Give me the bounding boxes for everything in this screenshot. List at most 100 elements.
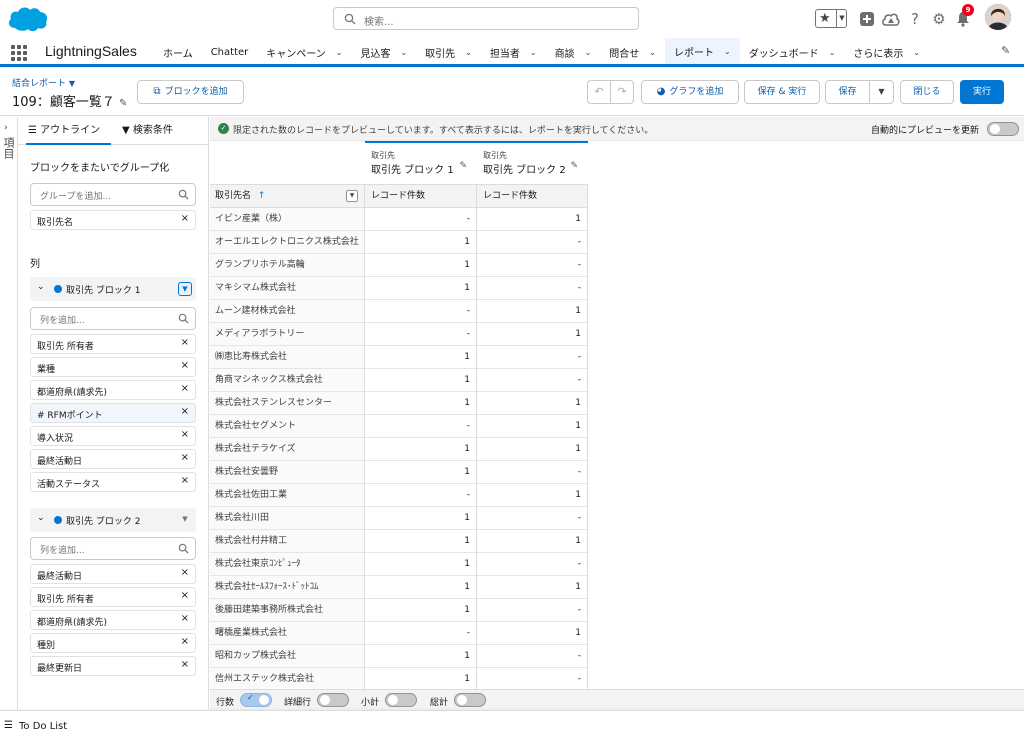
- nav-tab[interactable]: レポート ⌄: [664, 38, 740, 67]
- close-button[interactable]: 閉じる: [900, 80, 954, 104]
- chevron-down-icon[interactable]: ⌄: [37, 513, 45, 523]
- nav-tab[interactable]: 商談 ⌄: [546, 38, 601, 67]
- remove-close-icon[interactable]: ×: [181, 337, 189, 348]
- block-2-column-header[interactable]: 取引先 取引先 ブロック 2 ✎: [477, 141, 588, 183]
- group-pill[interactable]: 取引先名 ×: [30, 210, 196, 230]
- block-1-record-count-header[interactable]: レコード件数: [365, 184, 477, 208]
- block-1-add-column-input[interactable]: 列を追加...: [30, 307, 196, 330]
- nav-tab[interactable]: キャンペーン ⌄: [257, 38, 351, 67]
- chevron-down-icon[interactable]: ⌄: [530, 48, 537, 57]
- chevron-down-icon[interactable]: ⌄: [649, 48, 656, 57]
- help-icon[interactable]: ?: [905, 9, 925, 29]
- block-2-record-count-header[interactable]: レコード件数: [477, 184, 588, 208]
- subtotals-toggle[interactable]: [385, 693, 417, 707]
- fields-side-tab[interactable]: › 項目: [0, 117, 18, 709]
- add-group-input[interactable]: グループを追加...: [30, 183, 196, 206]
- column-pill[interactable]: 活動ステータス ×: [30, 472, 196, 492]
- chevron-down-icon[interactable]: ⌄: [585, 48, 592, 57]
- pencil-icon[interactable]: ✎: [570, 161, 578, 171]
- remove-close-icon[interactable]: ×: [181, 567, 189, 578]
- trailhead-icon[interactable]: [881, 9, 901, 29]
- column-pill[interactable]: 取引先 所有者 ×: [30, 587, 196, 607]
- nav-tab[interactable]: さらに表示 ⌄: [844, 38, 929, 67]
- tab-outline[interactable]: ☰ アウトライン: [26, 117, 111, 145]
- chevron-down-icon[interactable]: ▼: [836, 10, 847, 27]
- remove-close-icon[interactable]: ×: [181, 406, 189, 417]
- block-1-menu-chevron-icon[interactable]: ▼: [178, 282, 192, 296]
- grand-total-toggle[interactable]: [454, 693, 486, 707]
- redo-icon[interactable]: ↷: [610, 81, 633, 103]
- nav-tab[interactable]: 問合せ ⌄: [600, 38, 665, 67]
- table-row: 株式会社ｾｰﾙｽﾌｫｰｽ･ﾄﾞｯﾄｺﾑ 1 1: [210, 576, 588, 599]
- row-counts-toggle[interactable]: ✓: [240, 693, 272, 707]
- remove-close-icon[interactable]: ×: [181, 213, 189, 224]
- gear-icon[interactable]: ⚙: [929, 9, 949, 29]
- report-type-menu[interactable]: 結合レポート ▼: [12, 76, 75, 89]
- account-name-cell: 株式会社安曇野: [210, 461, 365, 484]
- block-2-menu-chevron-icon[interactable]: ▼: [178, 513, 192, 527]
- remove-close-icon[interactable]: ×: [181, 590, 189, 601]
- account-name-column-header[interactable]: 取引先名 ↑ ▼: [210, 184, 365, 208]
- undo-icon[interactable]: ↶: [588, 81, 610, 103]
- sort-ascending-icon[interactable]: ↑: [258, 191, 266, 201]
- nav-tab[interactable]: 見込客 ⌄: [351, 38, 416, 67]
- run-button[interactable]: 実行: [960, 80, 1004, 104]
- salesforce-cloud-logo[interactable]: [6, 4, 50, 34]
- global-search-input[interactable]: 検索...: [333, 7, 639, 30]
- nav-tab[interactable]: ホーム: [154, 38, 202, 67]
- save-button[interactable]: 保存: [825, 80, 870, 104]
- edit-nav-pencil-icon[interactable]: ✎: [1001, 44, 1010, 57]
- block-2-header[interactable]: ⌄ 取引先 ブロック 2 ▼: [30, 508, 196, 532]
- column-pill[interactable]: 取引先 所有者 ×: [30, 334, 196, 354]
- nav-tab[interactable]: Chatter: [202, 38, 258, 67]
- app-launcher-icon[interactable]: [11, 45, 27, 61]
- column-pill[interactable]: 種別 ×: [30, 633, 196, 653]
- detail-rows-toggle[interactable]: [317, 693, 349, 707]
- report-title[interactable]: 109：顧客一覧７ ✎: [12, 91, 127, 110]
- remove-close-icon[interactable]: ×: [181, 475, 189, 486]
- chevron-down-icon[interactable]: ⌄: [400, 48, 407, 57]
- remove-close-icon[interactable]: ×: [181, 659, 189, 670]
- nav-tab[interactable]: 取引先 ⌄: [416, 38, 481, 67]
- save-and-run-button[interactable]: 保存 & 実行: [744, 80, 820, 104]
- avatar[interactable]: [985, 4, 1011, 30]
- add-block-button[interactable]: ⧉ ブロックを追加: [137, 80, 244, 104]
- favorites-button[interactable]: ★ ▼: [815, 9, 847, 28]
- block-1-column-header[interactable]: 取引先 取引先 ブロック 1 ✎: [365, 141, 477, 183]
- column-pill[interactable]: 最終更新日 ×: [30, 656, 196, 676]
- column-pill[interactable]: # RFMポイント ×: [30, 403, 196, 423]
- column-pill[interactable]: 最終活動日 ×: [30, 564, 196, 584]
- tab-filters[interactable]: ▼ 検索条件: [122, 117, 202, 145]
- chevron-down-icon[interactable]: ⌄: [37, 282, 45, 292]
- remove-close-icon[interactable]: ×: [181, 383, 189, 394]
- column-pill[interactable]: 導入状況 ×: [30, 426, 196, 446]
- chevron-right-icon[interactable]: ›: [4, 123, 8, 133]
- todo-list-icon[interactable]: ☰: [4, 720, 13, 731]
- add-chart-button[interactable]: ◕ グラフを追加: [641, 80, 739, 104]
- column-pill[interactable]: 最終活動日 ×: [30, 449, 196, 469]
- column-pill[interactable]: 都道府県(請求先) ×: [30, 610, 196, 630]
- remove-close-icon[interactable]: ×: [181, 636, 189, 647]
- remove-close-icon[interactable]: ×: [181, 360, 189, 371]
- remove-close-icon[interactable]: ×: [181, 452, 189, 463]
- nav-tab[interactable]: 担当者 ⌄: [481, 38, 546, 67]
- pencil-icon[interactable]: ✎: [459, 161, 467, 171]
- column-pill[interactable]: 業種 ×: [30, 357, 196, 377]
- save-options-chevron-icon[interactable]: ▼: [869, 80, 894, 104]
- nav-tab[interactable]: ダッシュボード ⌄: [740, 38, 845, 67]
- auto-preview-toggle[interactable]: [987, 122, 1019, 136]
- remove-close-icon[interactable]: ×: [181, 613, 189, 624]
- chevron-down-icon[interactable]: ⌄: [829, 48, 836, 57]
- pencil-icon[interactable]: ✎: [119, 98, 127, 109]
- column-menu-chevron-icon[interactable]: ▼: [346, 190, 358, 202]
- todo-list-button[interactable]: To Do List: [19, 721, 67, 732]
- chevron-down-icon[interactable]: ⌄: [913, 48, 920, 57]
- column-pill[interactable]: 都道府県(請求先) ×: [30, 380, 196, 400]
- block-1-header[interactable]: ⌄ 取引先 ブロック 1 ▼: [30, 277, 196, 301]
- remove-close-icon[interactable]: ×: [181, 429, 189, 440]
- chevron-down-icon[interactable]: ⌄: [336, 48, 343, 57]
- block-2-add-column-input[interactable]: 列を追加...: [30, 537, 196, 560]
- global-actions-icon[interactable]: [857, 9, 877, 29]
- chevron-down-icon[interactable]: ⌄: [465, 48, 472, 57]
- chevron-down-icon[interactable]: ⌄: [724, 47, 731, 56]
